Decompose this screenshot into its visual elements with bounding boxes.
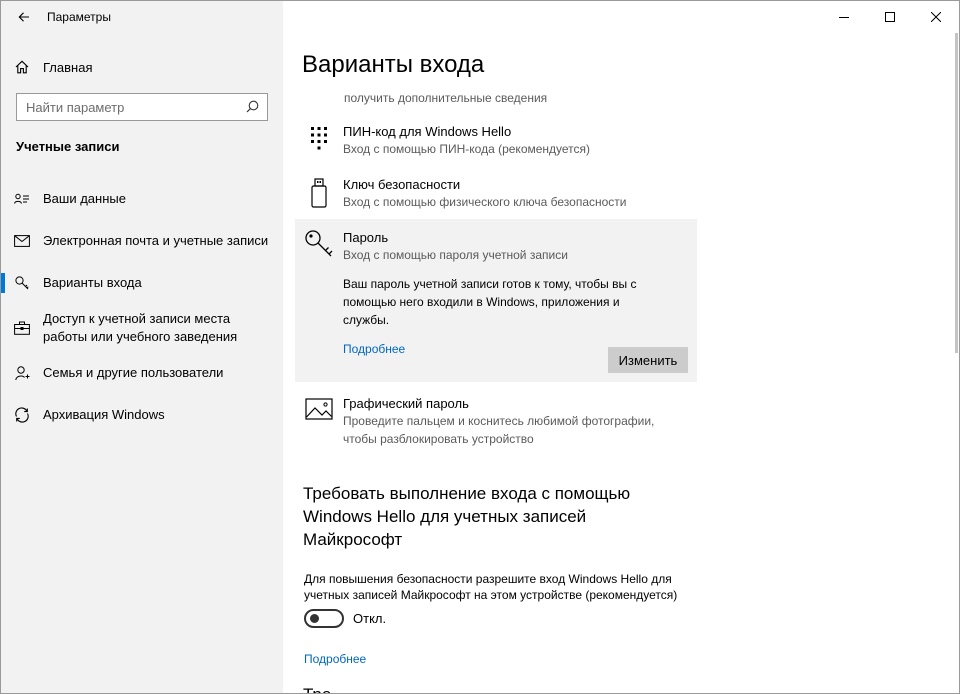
require-hello-toggle[interactable] [304, 609, 344, 628]
option-subtitle: Проведите пальцем и коснитесь любимой фо… [343, 414, 655, 446]
nav-label: Электронная почта и учетные записи [43, 233, 269, 248]
require-hello-toggle-row: Откл. [304, 609, 386, 628]
picture-icon [295, 395, 343, 448]
main-content: Варианты входа получить дополнительные с… [283, 1, 959, 693]
option-password-expanded: Пароль Вход с помощью пароля учетной зап… [295, 219, 697, 382]
close-icon [931, 12, 941, 22]
change-password-button[interactable]: Изменить [608, 347, 688, 373]
back-arrow-icon [18, 12, 29, 22]
close-button[interactable] [913, 1, 959, 33]
home-icon [1, 60, 43, 74]
require-hello-heading: Требовать выполнение входа с помощью Win… [303, 484, 631, 549]
briefcase-icon [1, 321, 43, 335]
nav-home[interactable]: Главная [1, 51, 283, 83]
usb-key-icon [295, 176, 343, 211]
search-box[interactable] [16, 93, 268, 121]
option-picture-password-text: Графический пароль Проведите пальцем и к… [343, 395, 673, 448]
person-card-icon [1, 193, 43, 205]
sync-icon [1, 407, 43, 423]
key-icon [1, 276, 43, 290]
option-pin[interactable]: ПИН-код для Windows Hello Вход с помощью… [295, 123, 697, 158]
partial-option-subtitle: получить дополнительные сведения [344, 91, 548, 105]
option-security-key[interactable]: Ключ безопасности Вход с помощью физичес… [295, 176, 697, 211]
minimize-button[interactable] [821, 1, 867, 33]
nav-label: Ваши данные [43, 191, 126, 206]
nav-item-backup[interactable]: Архивация Windows [1, 394, 283, 436]
back-button[interactable] [1, 1, 47, 33]
option-title: Графический пароль [343, 396, 469, 411]
scrollbar[interactable] [955, 33, 958, 353]
maximize-button[interactable] [867, 1, 913, 33]
nav-label: Варианты входа [43, 275, 142, 290]
nav-label: Архивация Windows [43, 407, 165, 422]
option-security-key-text: Ключ безопасности Вход с помощью физичес… [343, 176, 627, 211]
option-description: Ваш пароль учетной записи готов к тому, … [343, 277, 637, 327]
option-subtitle: Вход с помощью ПИН-кода (рекомендуется) [343, 142, 591, 156]
maximize-icon [885, 12, 895, 22]
option-pin-text: ПИН-код для Windows Hello Вход с помощью… [343, 123, 590, 158]
minimize-icon [839, 17, 849, 18]
mail-icon [1, 235, 43, 247]
page-title: Варианты входа [302, 51, 485, 78]
nav-item-work-school[interactable]: Доступ к учетной записи места работы или… [1, 304, 283, 352]
option-subtitle: Вход с помощью физического ключа безопас… [343, 195, 627, 209]
next-section-heading: Тре [303, 685, 331, 693]
toggle-state-label: Откл. [353, 611, 387, 626]
sidebar: Параметры Главная Учетные записи Ваши да… [1, 1, 283, 693]
caption-buttons [821, 1, 959, 33]
require-hello-description: Для повышения безопасности разрешите вхо… [304, 572, 678, 602]
nav-item-email-accounts[interactable]: Электронная почта и учетные записи [1, 220, 283, 262]
section-header: Учетные записи [16, 139, 120, 154]
app-title: Параметры [47, 10, 111, 24]
option-picture-password[interactable]: Графический пароль Проведите пальцем и к… [295, 395, 697, 448]
nav-item-family[interactable]: Семья и другие пользователи [1, 352, 283, 394]
key-icon [295, 229, 343, 356]
option-title: ПИН-код для Windows Hello [343, 124, 512, 139]
person-add-icon [1, 365, 43, 381]
nav-item-your-info[interactable]: Ваши данные [1, 178, 283, 220]
option-title: Пароль [343, 230, 389, 245]
search-icon[interactable] [246, 100, 259, 118]
option-password-text: Пароль Вход с помощью пароля учетной зап… [343, 229, 663, 356]
keypad-icon [295, 123, 343, 158]
nav-list: Ваши данные Электронная почта и учетные … [1, 178, 283, 436]
settings-window: Параметры Главная Учетные записи Ваши да… [0, 0, 960, 694]
nav-label: Доступ к учетной записи места работы или… [43, 311, 238, 344]
option-password[interactable]: Пароль Вход с помощью пароля учетной зап… [295, 229, 663, 356]
toggle-knob [310, 614, 319, 623]
require-hello-learn-more-link[interactable]: Подробнее [304, 652, 366, 666]
home-label: Главная [43, 59, 93, 75]
option-title: Ключ безопасности [343, 177, 461, 192]
option-subtitle: Вход с помощью пароля учетной записи [343, 248, 568, 262]
search-input[interactable] [17, 99, 237, 115]
title-bar: Параметры [1, 1, 283, 33]
nav-item-sign-in-options[interactable]: Варианты входа [1, 262, 283, 304]
nav-label: Семья и другие пользователи [43, 365, 224, 380]
